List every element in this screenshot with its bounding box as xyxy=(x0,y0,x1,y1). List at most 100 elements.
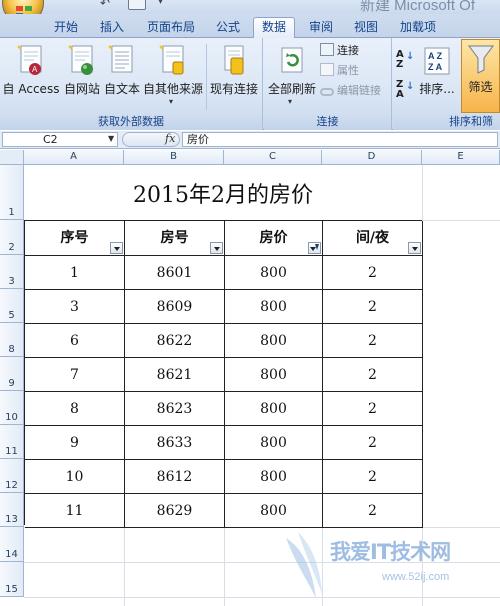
row-header[interactable]: 15 xyxy=(0,562,24,597)
table-cell[interactable]: 2 xyxy=(323,290,423,324)
row-header[interactable]: 2 xyxy=(0,220,24,255)
filter-label: 筛选 xyxy=(468,80,493,94)
sort-ascending-icon[interactable]: A Z ↓ xyxy=(396,50,414,70)
table-cell[interactable]: 3 xyxy=(25,290,125,324)
table-cell[interactable]: 800 xyxy=(225,426,323,460)
from-other-sources-button[interactable]: 自其他来源 ▾ xyxy=(142,42,204,110)
tab-page-layout[interactable]: 页面布局 xyxy=(139,18,203,38)
connections-button[interactable]: 连接 xyxy=(320,42,359,60)
properties-button[interactable]: 属性 xyxy=(320,62,359,80)
table-cell[interactable]: 2 xyxy=(323,494,423,528)
table-cell[interactable]: 8601 xyxy=(125,256,225,290)
table-cell[interactable]: 2 xyxy=(323,324,423,358)
tab-insert[interactable]: 插入 xyxy=(93,18,131,38)
column-header-d[interactable]: D xyxy=(322,150,422,165)
header-cell-price[interactable]: 房价 xyxy=(225,221,323,256)
sheet-title-cell[interactable]: 2015年2月的房价 xyxy=(24,165,422,220)
column-header-c[interactable]: C xyxy=(224,150,322,165)
from-access-button[interactable]: A 自 Access xyxy=(2,42,60,110)
row-header[interactable]: 3 xyxy=(0,255,24,289)
formula-input[interactable]: 房价 xyxy=(182,132,498,147)
tab-formulas[interactable]: 公式 xyxy=(209,18,247,38)
select-all-corner[interactable] xyxy=(0,150,24,165)
cell-value: 8 xyxy=(70,400,79,417)
column-header-b[interactable]: B xyxy=(124,150,224,165)
sort-button[interactable]: A Z Z A 排序... xyxy=(417,42,457,110)
sort-descending-icon[interactable]: Z A ↓ xyxy=(396,80,414,100)
row-header[interactable]: 9 xyxy=(0,357,24,391)
header-cell-index[interactable]: 序号 xyxy=(25,221,125,256)
cell-value: 2 xyxy=(368,434,377,451)
chevron-down-icon xyxy=(214,247,220,251)
table-cell[interactable]: 2 xyxy=(323,460,423,494)
from-web-button[interactable]: 自网站 xyxy=(62,42,102,110)
filter-dropdown-button[interactable] xyxy=(210,242,223,254)
table-cell[interactable]: 8622 xyxy=(125,324,225,358)
row-header[interactable]: 12 xyxy=(0,459,24,493)
edit-links-button[interactable]: 编辑链接 xyxy=(320,82,381,100)
header-cell-nights[interactable]: 间/夜 xyxy=(323,221,423,256)
from-other-sources-label: 自其他来源 xyxy=(142,82,203,96)
row-header[interactable]: 13 xyxy=(0,493,24,527)
row-header[interactable]: 10 xyxy=(0,391,24,425)
table-cell[interactable]: 800 xyxy=(225,392,323,426)
table-cell[interactable]: 800 xyxy=(225,358,323,392)
table-cell[interactable]: 8612 xyxy=(125,460,225,494)
tab-data[interactable]: 数据 xyxy=(253,17,295,39)
tab-view[interactable]: 视图 xyxy=(347,18,385,38)
column-header-e[interactable]: E xyxy=(422,150,500,165)
filter-button[interactable]: 筛选 xyxy=(461,39,500,113)
table-cell[interactable]: 800 xyxy=(225,290,323,324)
row-header[interactable]: 8 xyxy=(0,323,24,357)
table-cell[interactable]: 2 xyxy=(323,256,423,290)
customize-qat-icon[interactable] xyxy=(128,0,146,10)
undo-icon[interactable]: ↶ xyxy=(100,0,114,10)
row-header[interactable]: 11 xyxy=(0,425,24,459)
table-cell[interactable]: 9 xyxy=(25,426,125,460)
table-cell[interactable]: 8621 xyxy=(125,358,225,392)
table-cell[interactable]: 8609 xyxy=(125,290,225,324)
table-cell[interactable]: 10 xyxy=(25,460,125,494)
chain-link-icon xyxy=(320,88,334,96)
from-text-button[interactable]: 自文本 xyxy=(102,42,142,110)
filter-dropdown-button[interactable] xyxy=(110,242,123,254)
chevron-down-icon[interactable]: ▼ xyxy=(108,134,114,143)
table-cell[interactable]: 2 xyxy=(323,358,423,392)
table-cell[interactable]: 7 xyxy=(25,358,125,392)
column-header-a[interactable]: A xyxy=(24,150,124,165)
table-cell[interactable]: 8623 xyxy=(125,392,225,426)
header-cell-room[interactable]: 房号 xyxy=(125,221,225,256)
table-cell[interactable]: 6 xyxy=(25,324,125,358)
table-cell[interactable]: 8633 xyxy=(125,426,225,460)
table-cell[interactable]: 2 xyxy=(323,392,423,426)
row-header[interactable]: 1 xyxy=(0,165,24,220)
row-header[interactable]: 5 xyxy=(0,289,24,323)
insert-function-icon[interactable]: fx xyxy=(165,132,175,145)
row-header[interactable]: 14 xyxy=(0,527,24,562)
svg-text:A: A xyxy=(32,65,38,74)
tab-review[interactable]: 审阅 xyxy=(302,18,340,38)
row-number: 2 xyxy=(8,242,15,253)
refresh-all-button[interactable]: 全部刷新 ▾ xyxy=(266,42,318,110)
qat-dropdown-icon[interactable]: ▾ xyxy=(158,0,168,7)
table-cell[interactable]: 8629 xyxy=(125,494,225,528)
tab-addins[interactable]: 加载项 xyxy=(394,18,442,38)
tab-home[interactable]: 开始 xyxy=(47,18,85,38)
table-cell[interactable]: 1 xyxy=(25,256,125,290)
table-cell[interactable]: 800 xyxy=(225,324,323,358)
filter-dropdown-button[interactable] xyxy=(408,242,421,254)
cell-value: 8629 xyxy=(156,502,193,519)
formula-bar: C2 ▼ fx 房价 xyxy=(0,131,500,149)
table-cell[interactable]: 800 xyxy=(225,256,323,290)
table-cell[interactable]: 2 xyxy=(323,426,423,460)
cell-value: 7 xyxy=(70,366,79,383)
table-cell[interactable]: 8 xyxy=(25,392,125,426)
table-cell[interactable]: 800 xyxy=(225,460,323,494)
cell-value: 800 xyxy=(260,332,287,349)
table-cell[interactable]: 800 xyxy=(225,494,323,528)
table-cell[interactable]: 11 xyxy=(25,494,125,528)
chevron-down-icon xyxy=(114,247,120,251)
name-box[interactable]: C2 xyxy=(2,132,118,147)
filter-active-button[interactable] xyxy=(308,242,321,254)
existing-connections-button[interactable]: 现有连接 xyxy=(208,42,260,110)
